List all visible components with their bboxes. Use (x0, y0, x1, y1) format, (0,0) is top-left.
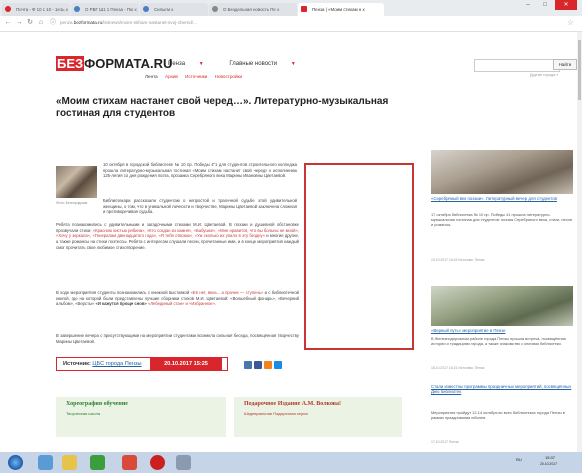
page-icon (143, 6, 149, 12)
article-title: «Моим стихам настанет свой черед…». Лите… (56, 96, 389, 119)
logo-bez: БЕЗ (56, 56, 85, 71)
close-button[interactable]: ✕ (555, 0, 577, 10)
submenu-archive[interactable]: Архив (165, 74, 178, 79)
language-indicator[interactable]: RU (516, 457, 522, 462)
promo-block-books[interactable]: Подарочное Издание А.М. Волкова! Шедевра… (234, 397, 402, 437)
article-paragraph-4: В ходе мероприятия студенты познакомилис… (56, 290, 299, 307)
article-paragraph-1: 10 октября в городской библиотеке № 10 п… (103, 162, 297, 179)
promo-title: Подарочное Издание А.М. Волкова! (244, 401, 342, 407)
url-field[interactable]: penza.bezformata.ru/listnews/moim-stiham… (60, 20, 197, 25)
exhibition-link[interactable]: «Её нет, века... а прочие — ступень» (191, 290, 264, 295)
url-domain: bezformata.ru (73, 20, 103, 25)
menu-label: Пенза (168, 61, 186, 67)
promo-sub: Творческая школа (66, 411, 101, 416)
yandex-icon[interactable] (122, 455, 137, 470)
odnoklassniki-share-icon[interactable] (264, 361, 272, 369)
scrollbar-thumb[interactable] (578, 40, 581, 100)
promo-sub: Шедевральная Подарочная серия (244, 411, 308, 416)
page-icon (212, 6, 218, 12)
top-menu: Пенза ▼ Главные новости ▼ (168, 61, 320, 67)
menu-item-city[interactable]: Пенза ▼ (168, 61, 216, 67)
sidebar-link[interactable]: Стали известны программы праздничных мер… (431, 384, 573, 395)
search-button[interactable]: Найти (553, 59, 577, 70)
source-label: Источник: (63, 361, 91, 367)
back-icon[interactable]: ← (3, 18, 13, 28)
tab-rvg[interactable]: О РВГ Ш1 1 Пенза - Пю х (71, 3, 139, 16)
sidebar-link[interactable]: «Верный путь» мероприятие в Пензе (431, 328, 573, 333)
other-cities-link[interactable]: Другие города » (530, 73, 558, 77)
reload-icon[interactable]: ↻ (25, 18, 35, 28)
opera-icon[interactable] (150, 455, 165, 470)
media-icon[interactable] (90, 455, 105, 470)
search-input[interactable] (474, 59, 560, 72)
address-bar: ← → ↻ ⌂ ⓘ penza.bezformata.ru/listnews/m… (0, 16, 582, 32)
text: В ходе мероприятия студенты познакомилис… (56, 290, 191, 295)
chevron-down-icon: ▼ (198, 61, 204, 67)
menu-label: Главные новости (229, 61, 278, 67)
submenu-feed[interactable]: Лента (145, 74, 158, 79)
menu-item-main-news[interactable]: Главные новости ▼ (229, 61, 307, 67)
article-paragraph-2: Библиотекари рассказали студентам о непр… (103, 198, 297, 215)
forward-icon[interactable]: → (14, 18, 24, 28)
promo-title: Хореография обучение (66, 401, 128, 407)
tab-bar: Почта - Ф 10 с 10 - 1е1ь х О РВГ Ш1 1 Пе… (0, 0, 582, 16)
sidebar-date: 17.10.2017 Пенза (431, 440, 459, 444)
sidebar-photo[interactable] (431, 150, 573, 194)
tab-label: Силыгм х (154, 7, 174, 12)
clock-time[interactable]: 15:37 (545, 455, 555, 460)
sub-menu: Лента Архив Источники Новостройки (145, 74, 242, 79)
tab-label: О Бездельная новость Пе х (223, 7, 280, 12)
logo-rest: ФОРМАТА.RU (84, 56, 173, 71)
sidebar-text: В Железнодорожном районе города Пензы пр… (431, 336, 566, 346)
tab-article[interactable]: Пенза | «Моим стихам н х (298, 3, 384, 16)
tab-label: Пенза | «Моим стихам н х (312, 7, 365, 12)
submenu-sources[interactable]: Источники (185, 74, 207, 79)
mail-share-icon[interactable] (274, 361, 282, 369)
tab-label: О РВГ Ш1 1 Пенза - Пю х (85, 7, 137, 12)
browser-window: Почта - Ф 10 с 10 - 1е1ь х О РВГ Ш1 1 Пе… (0, 0, 582, 473)
sidebar-date: 19.10.2017 16:43 Источник: Пенза (431, 258, 485, 262)
sidebar-text: Мероприятия пройдут 12-14 октября во все… (431, 410, 565, 420)
sidebar-link[interactable]: «Серебряный век поэзии». Литературный ве… (431, 196, 573, 201)
date-badge: 20.10.2017 15:25 (150, 357, 222, 371)
tab-label: Почта - Ф 10 с 10 - 1е1ь х (16, 7, 68, 12)
sidebar-text: 17 октября библиотека № 10 пр. Победы 41… (431, 212, 572, 227)
chevron-down-icon: ▼ (290, 61, 296, 67)
app-icon[interactable] (176, 455, 191, 470)
start-button-icon[interactable] (8, 455, 23, 470)
facebook-share-icon[interactable] (254, 361, 262, 369)
ad-placeholder (304, 163, 414, 350)
tab-mail[interactable]: Почта - Ф 10 с 10 - 1е1ь х (2, 3, 70, 16)
clock-date[interactable]: 20.10.2017 (540, 462, 557, 466)
site-logo[interactable]: БЕЗФОРМАТА.RU (56, 56, 172, 76)
page-icon (74, 6, 80, 12)
taskbar: RU 15:37 20.10.2017 (0, 452, 582, 473)
vk-share-icon[interactable] (244, 361, 252, 369)
tab-silygm[interactable]: Силыгм х (140, 3, 208, 16)
article-paragraph-5: В завершение вечера с присутствующими на… (56, 333, 299, 344)
source-link[interactable]: ЦБС города Пензы (92, 361, 141, 367)
bookmark-star-icon[interactable]: ☆ (567, 18, 574, 27)
poem-links[interactable]: «Красною кистью рябина», «Кто создан из … (56, 228, 299, 239)
submenu-newbuild[interactable]: Новостройки (215, 74, 242, 79)
url-prefix: penza. (60, 20, 74, 25)
maximize-button[interactable]: □ (537, 0, 553, 10)
books-link[interactable]: «Лебединый стан» и «Избранное». (147, 301, 216, 306)
mail-icon (5, 6, 11, 12)
sidebar-date: 18.10.2017 16:21 Источник: Пенза (431, 366, 485, 370)
photo-caption: Фото: Белгородская (56, 201, 88, 205)
minimize-button[interactable]: – (520, 0, 536, 10)
tab-news[interactable]: О Бездельная новость Пе х (209, 3, 297, 16)
ie-icon[interactable] (38, 455, 53, 470)
bezformata-icon (301, 6, 307, 12)
info-icon: ⓘ (49, 20, 56, 26)
article-paragraph-3: Ребята познакомились с удивительными и з… (56, 222, 299, 251)
article-photo[interactable] (56, 166, 97, 198)
home-icon[interactable]: ⌂ (36, 18, 46, 28)
sidebar-photo[interactable] (431, 286, 573, 326)
url-path: /listnews/moim-stiham-nastanet-svoj-cher… (102, 20, 197, 25)
promo-block-choreography[interactable]: Хореография обучение Творческая школа (56, 397, 226, 437)
folder-icon[interactable] (62, 455, 77, 470)
bold-text: «И кажутся проще снов» (94, 301, 147, 307)
